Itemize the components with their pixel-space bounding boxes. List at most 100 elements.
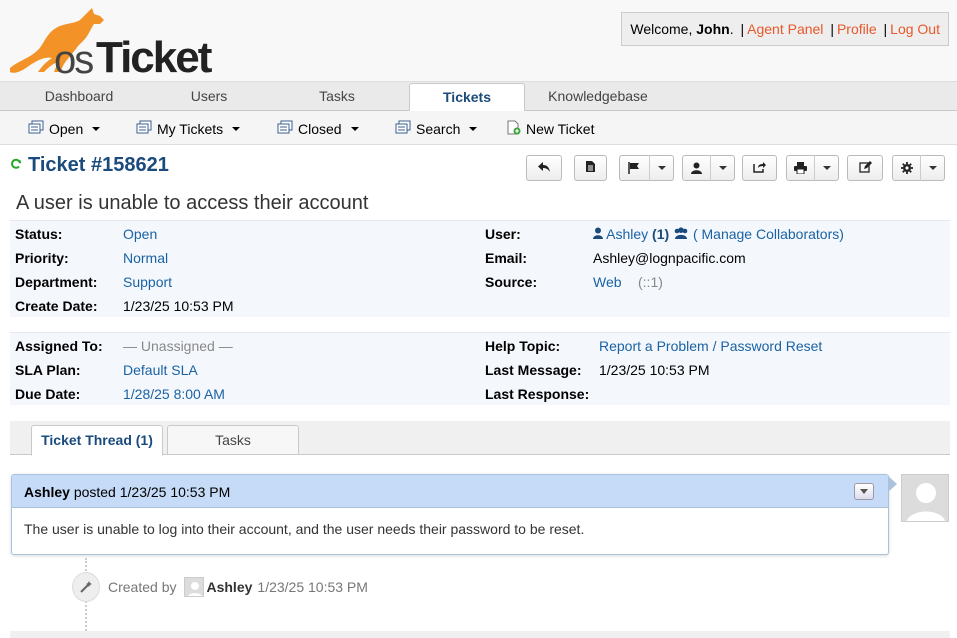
reply-icon: [537, 161, 551, 176]
chevron-down-icon: [350, 126, 359, 131]
subnav-open-label: Open: [49, 120, 84, 137]
flag-icon: [620, 162, 649, 174]
manage-collaborators-link[interactable]: ( Manage Collaborators): [693, 226, 844, 242]
profile-link[interactable]: Profile: [837, 21, 877, 37]
refresh-icon[interactable]: [10, 157, 22, 174]
assigned-to-label: Assigned To:: [15, 338, 103, 354]
new-ticket-icon: [506, 120, 521, 138]
separator: |: [883, 21, 888, 37]
due-date-value[interactable]: 1/28/25 8:00 AM: [123, 386, 225, 402]
status-value: Open: [123, 226, 158, 242]
chevron-down-icon: [860, 489, 868, 494]
tickets-icon: [28, 120, 44, 137]
note-icon: [585, 160, 596, 176]
tickets-icon: [136, 120, 152, 137]
last-message-value: 1/23/25 10:53 PM: [599, 362, 710, 378]
chevron-down-icon: [710, 155, 734, 181]
chevron-down-icon: [469, 126, 478, 131]
create-date-value: 1/23/25 10:53 PM: [123, 298, 234, 314]
tab-dashboard[interactable]: Dashboard: [20, 82, 138, 111]
logout-link[interactable]: Log Out: [890, 21, 940, 37]
user-icon: [683, 162, 710, 174]
transfer-button[interactable]: [742, 155, 777, 181]
chevron-down-icon: [814, 155, 838, 181]
osticket-logo[interactable]: os Ticket: [8, 6, 213, 82]
last-response-label: Last Response:: [485, 386, 590, 402]
subnav-my-tickets[interactable]: My Tickets: [136, 120, 241, 137]
welcome-suffix: .: [729, 21, 734, 37]
subnav-new-ticket-label: New Ticket: [526, 121, 595, 137]
source-value: Web: [593, 274, 622, 290]
email-label: Email:: [485, 250, 528, 266]
edit-button[interactable]: [847, 155, 883, 181]
gear-icon: [893, 162, 920, 174]
help-topic-value[interactable]: Report a Problem / Password Reset: [599, 338, 822, 354]
main-nav: Dashboard Users Tasks Tickets Knowledgeb…: [0, 82, 957, 112]
user-name[interactable]: Ashley: [606, 226, 648, 242]
user-count: (1): [652, 226, 670, 242]
next-section-strip: [10, 631, 950, 638]
tab-ticket-thread[interactable]: Ticket Thread (1): [31, 425, 163, 456]
print-icon: [787, 162, 814, 174]
sla-plan-value[interactable]: Default SLA: [123, 362, 198, 378]
subnav-my-tickets-label: My Tickets: [157, 120, 224, 137]
subnav-search[interactable]: Search: [395, 120, 478, 137]
department-value[interactable]: Support: [123, 274, 172, 290]
chevron-down-icon: [92, 126, 101, 131]
tab-tickets[interactable]: Tickets: [409, 83, 525, 112]
assign-button[interactable]: [682, 155, 735, 181]
source-label: Source:: [485, 274, 538, 290]
page-header: os Ticket Welcome, John. | Agent Panel | P…: [0, 0, 957, 82]
flag-button[interactable]: [619, 155, 674, 181]
avatar: [901, 474, 949, 522]
last-message-label: Last Message:: [485, 362, 582, 378]
subnav-search-label: Search: [416, 120, 461, 137]
user-value[interactable]: Ashley (1) ( Manage Collaborators): [593, 226, 844, 242]
logo-ticket-text: Ticket: [96, 33, 212, 82]
subnav-closed[interactable]: Closed: [277, 120, 359, 137]
user-label: User:: [485, 226, 521, 242]
priority-label: Priority:: [15, 250, 69, 266]
agent-panel-link[interactable]: Agent Panel: [747, 21, 823, 37]
ticket-subject: A user is unable to access their account: [16, 192, 369, 214]
entry-pointer: [888, 476, 897, 492]
assignment-info-panel: Assigned To: — Unassigned — SLA Plan: De…: [10, 332, 950, 405]
collaborators-icon: [673, 226, 689, 242]
event-user: Ashley: [206, 579, 253, 595]
entry-options-button[interactable]: [854, 483, 874, 500]
department-label: Department:: [15, 274, 98, 290]
subnav-new-ticket[interactable]: New Ticket: [506, 120, 594, 138]
create-date-label: Create Date:: [15, 298, 98, 314]
more-options-button[interactable]: [892, 155, 945, 181]
source-ip: (::1): [638, 274, 663, 290]
logo-os-text: os: [54, 38, 94, 82]
post-note-button[interactable]: [574, 155, 607, 181]
event-date: 1/23/25 10:53 PM: [257, 579, 368, 595]
help-topic-label: Help Topic:: [485, 338, 561, 354]
avatar-placeholder-icon: [902, 475, 948, 521]
chevron-down-icon: [232, 126, 241, 131]
thread-entry: Ashley posted 1/23/25 10:53 PM The user …: [11, 474, 889, 555]
ticket-title: Ticket #158621: [10, 154, 169, 177]
avatar: [184, 577, 205, 597]
thread-event: Created by Ashley 1/23/25 10:53 PM: [72, 572, 368, 602]
entry-posted-label: posted: [73, 484, 116, 500]
reply-button[interactable]: [526, 155, 562, 181]
tab-thread-tasks[interactable]: Tasks: [167, 425, 299, 455]
created-by-label: Created by: [108, 579, 177, 595]
subnav-open[interactable]: Open: [28, 120, 101, 137]
thread-entry-header: Ashley posted 1/23/25 10:53 PM: [12, 475, 888, 508]
separator: |: [740, 21, 745, 37]
transfer-icon: [753, 161, 766, 176]
sla-plan-label: SLA Plan:: [15, 362, 81, 378]
tab-knowledgebase[interactable]: Knowledgebase: [538, 82, 658, 111]
chevron-down-icon: [920, 155, 944, 181]
assigned-to-value[interactable]: — Unassigned —: [123, 338, 233, 354]
priority-value[interactable]: Normal: [123, 250, 168, 266]
tab-tasks[interactable]: Tasks: [278, 82, 396, 111]
status-label: Status:: [15, 226, 63, 242]
print-button[interactable]: [786, 155, 839, 181]
tab-users[interactable]: Users: [150, 82, 268, 111]
ticket-number-link[interactable]: Ticket #158621: [28, 154, 169, 177]
chevron-down-icon: [649, 155, 673, 181]
